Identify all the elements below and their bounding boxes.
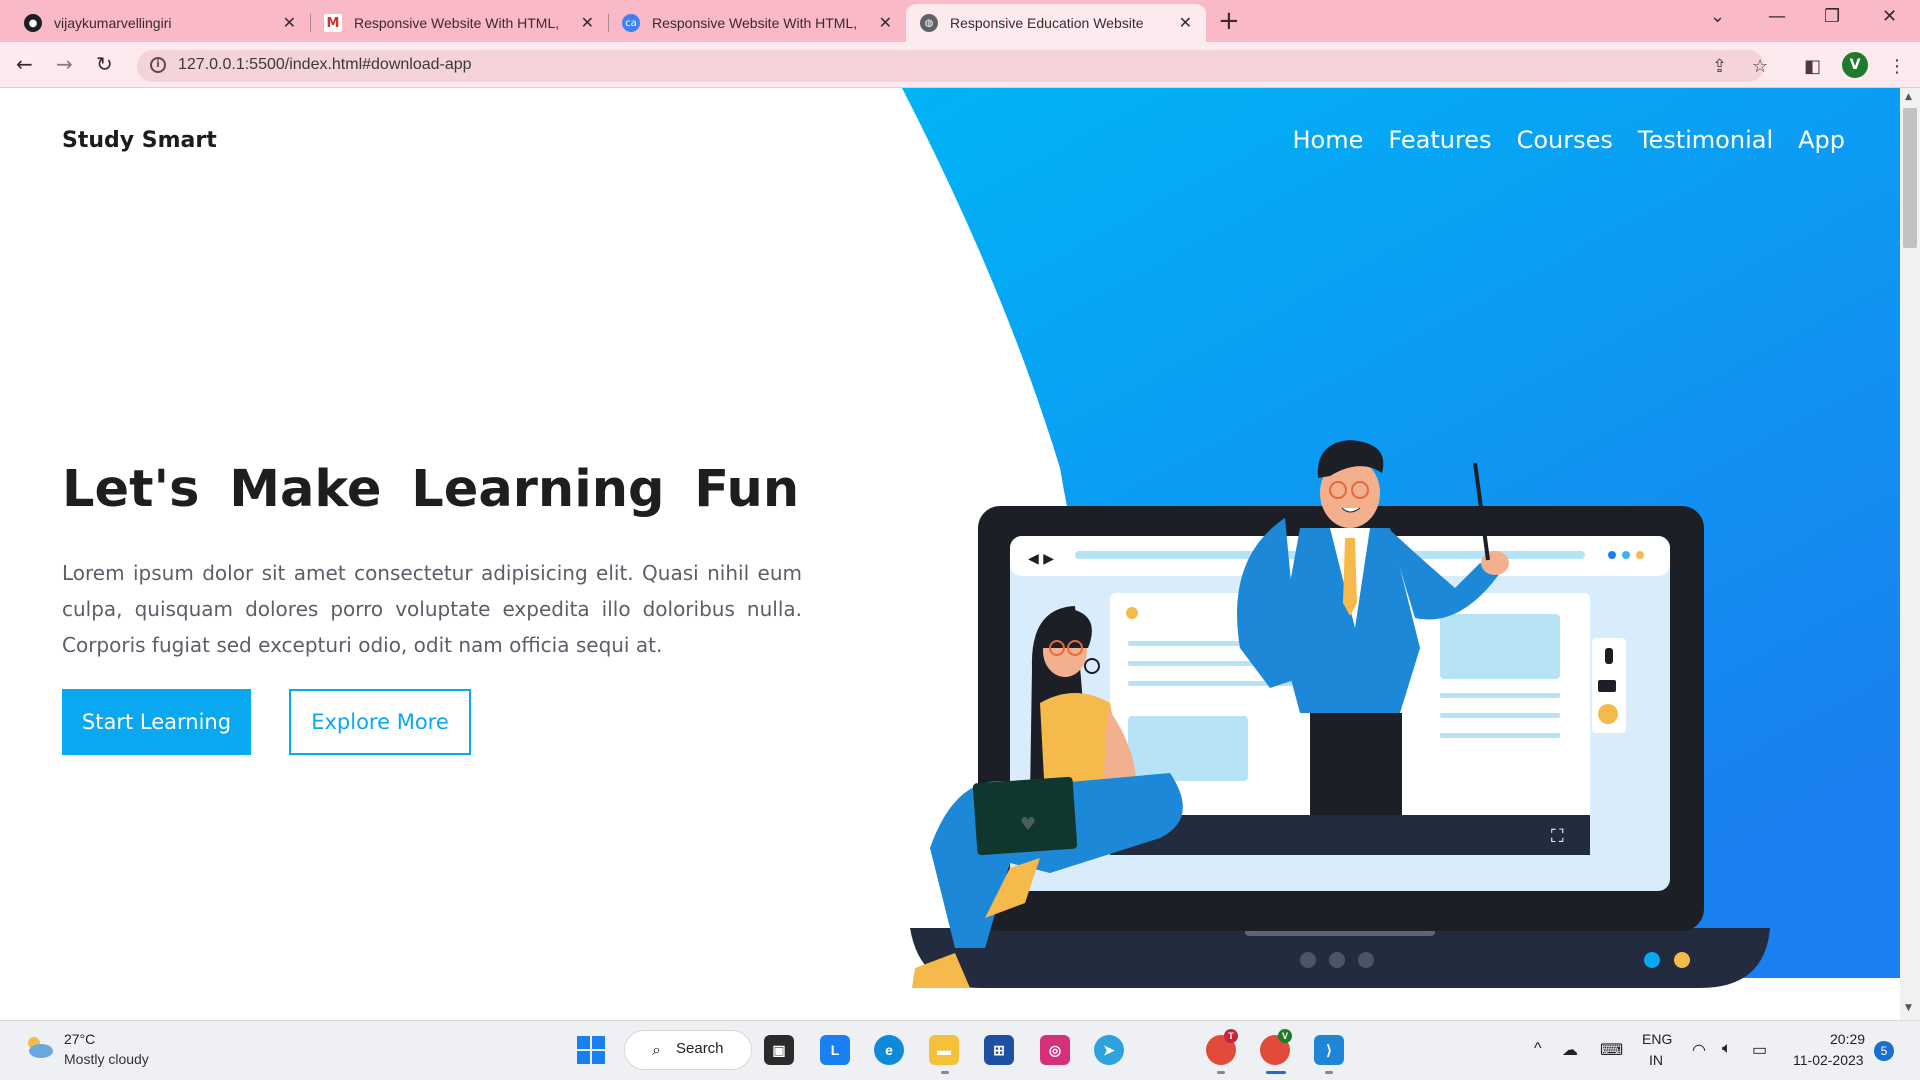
globe-icon: ◍ <box>920 14 938 32</box>
battery-icon[interactable]: ▭ <box>1752 1040 1767 1060</box>
tab-title: Responsive Website With HTML, <box>652 15 858 31</box>
onedrive-icon[interactable]: ☁ <box>1562 1040 1578 1060</box>
vscode-icon[interactable]: ⟩ <box>1314 1035 1344 1065</box>
running-indicator <box>1217 1071 1225 1074</box>
hero-title: Let's Make Learning Fun <box>62 460 800 519</box>
clock-date[interactable]: 11-02-2023 <box>1793 1052 1864 1068</box>
codeanywhere-icon: ca <box>622 14 640 32</box>
chrome-profile-badge: V <box>1278 1029 1292 1043</box>
microsoft-store-icon[interactable]: ⊞ <box>984 1035 1014 1065</box>
language-indicator[interactable]: ENG <box>1642 1031 1672 1047</box>
github-icon: ● <box>24 14 42 32</box>
chrome-profile-badge: T <box>1224 1029 1238 1043</box>
tab-title: Responsive Website With HTML, <box>354 15 560 31</box>
tab-gmail[interactable]: M Responsive Website With HTML, ✕ <box>310 4 608 42</box>
new-tab-button[interactable]: + <box>1218 6 1240 36</box>
close-tab-icon[interactable]: ✕ <box>581 13 594 32</box>
minimize-button[interactable]: — <box>1768 6 1786 27</box>
telegram-icon[interactable]: ➤ <box>1094 1035 1124 1065</box>
menu-kebab-icon[interactable]: ⋮ <box>1888 56 1906 77</box>
volume-icon[interactable]: 🔈︎ <box>1722 1040 1732 1058</box>
edge-icon[interactable]: e <box>874 1035 904 1065</box>
tab-title: Responsive Education Website <box>950 15 1144 31</box>
scroll-up-icon[interactable]: ▲ <box>1905 92 1912 102</box>
share-icon[interactable]: ⇪ <box>1712 56 1727 77</box>
site-info-icon[interactable]: i <box>150 57 166 73</box>
restore-button[interactable]: ❐ <box>1824 6 1840 27</box>
tab-github[interactable]: ● vijaykumarvellingiri ✕ <box>10 4 310 42</box>
clock-time[interactable]: 20:29 <box>1830 1031 1865 1047</box>
windows-start-icon[interactable] <box>576 1035 606 1065</box>
site-brand[interactable]: Study Smart <box>62 128 217 153</box>
show-hidden-icons-chevron-icon[interactable]: ^ <box>1534 1040 1542 1058</box>
close-tab-icon[interactable]: ✕ <box>1179 13 1192 32</box>
nav-courses[interactable]: Courses <box>1517 126 1613 154</box>
task-view-icon[interactable]: ▣ <box>764 1035 794 1065</box>
back-button[interactable]: ← <box>16 52 33 76</box>
close-tab-icon[interactable]: ✕ <box>283 13 296 32</box>
main-nav: Home Features Courses Testimonial App <box>1292 126 1845 154</box>
running-indicator <box>1266 1071 1286 1074</box>
tab-title: vijaykumarvellingiri <box>54 15 172 31</box>
instagram-icon[interactable]: ◎ <box>1040 1035 1070 1065</box>
svg-text:♥: ♥ <box>1020 814 1036 835</box>
gmail-icon: M <box>324 14 342 32</box>
page-viewport: Study Smart Home Features Courses Testim… <box>0 88 1900 1020</box>
profile-avatar[interactable]: V <box>1842 52 1868 78</box>
forward-button[interactable]: → <box>56 52 73 76</box>
file-explorer-icon[interactable]: ▬ <box>929 1035 959 1065</box>
running-indicator <box>941 1071 949 1074</box>
windows-taskbar <box>0 1020 1920 1080</box>
nav-testimonial[interactable]: Testimonial <box>1638 126 1773 154</box>
l-app-icon[interactable]: L <box>820 1035 850 1065</box>
url-text[interactable]: 127.0.0.1:5500/index.html#download-app <box>178 56 472 74</box>
nav-app[interactable]: App <box>1798 126 1845 154</box>
svg-text:◀ ▶: ◀ ▶ <box>1028 551 1054 567</box>
tab-education-website[interactable]: ◍ Responsive Education Website ✕ <box>906 4 1206 42</box>
nav-features[interactable]: Features <box>1388 126 1491 154</box>
cloudy-weather-icon[interactable] <box>24 1034 54 1060</box>
running-indicator <box>1325 1071 1333 1074</box>
start-learning-button[interactable]: Start Learning <box>62 689 251 755</box>
weather-temperature[interactable]: 27°C <box>64 1031 95 1047</box>
notification-badge[interactable]: 5 <box>1874 1041 1894 1061</box>
language-region[interactable]: IN <box>1649 1052 1663 1068</box>
wifi-icon[interactable]: ◠ <box>1692 1040 1706 1060</box>
taskbar-search-label[interactable]: Search <box>676 1040 724 1057</box>
hero-description: Lorem ipsum dolor sit amet consectetur a… <box>62 561 802 657</box>
tab-search-chevron-icon[interactable]: ⌄ <box>1710 6 1725 27</box>
nav-home[interactable]: Home <box>1292 126 1363 154</box>
svg-text:⛶: ⛶ <box>1551 826 1564 847</box>
scroll-down-icon[interactable]: ▼ <box>1905 1003 1912 1013</box>
scrollbar-thumb[interactable] <box>1903 108 1917 248</box>
close-window-button[interactable]: ✕ <box>1882 6 1897 27</box>
side-panel-icon[interactable]: ◧ <box>1804 56 1821 77</box>
tab-codeanywhere[interactable]: ca Responsive Website With HTML, ✕ <box>608 4 906 42</box>
search-icon: ⌕ <box>652 1040 661 1059</box>
close-tab-icon[interactable]: ✕ <box>879 13 892 32</box>
explore-more-button[interactable]: Explore More <box>289 689 471 755</box>
hero-illustration: ◀ ▶ ⛶ ♥ <box>910 440 1770 988</box>
weather-description[interactable]: Mostly cloudy <box>64 1051 149 1067</box>
reload-button[interactable]: ↻ <box>96 52 113 76</box>
keyboard-icon[interactable]: ⌨ <box>1600 1040 1623 1060</box>
bookmark-star-icon[interactable]: ☆ <box>1752 56 1768 77</box>
